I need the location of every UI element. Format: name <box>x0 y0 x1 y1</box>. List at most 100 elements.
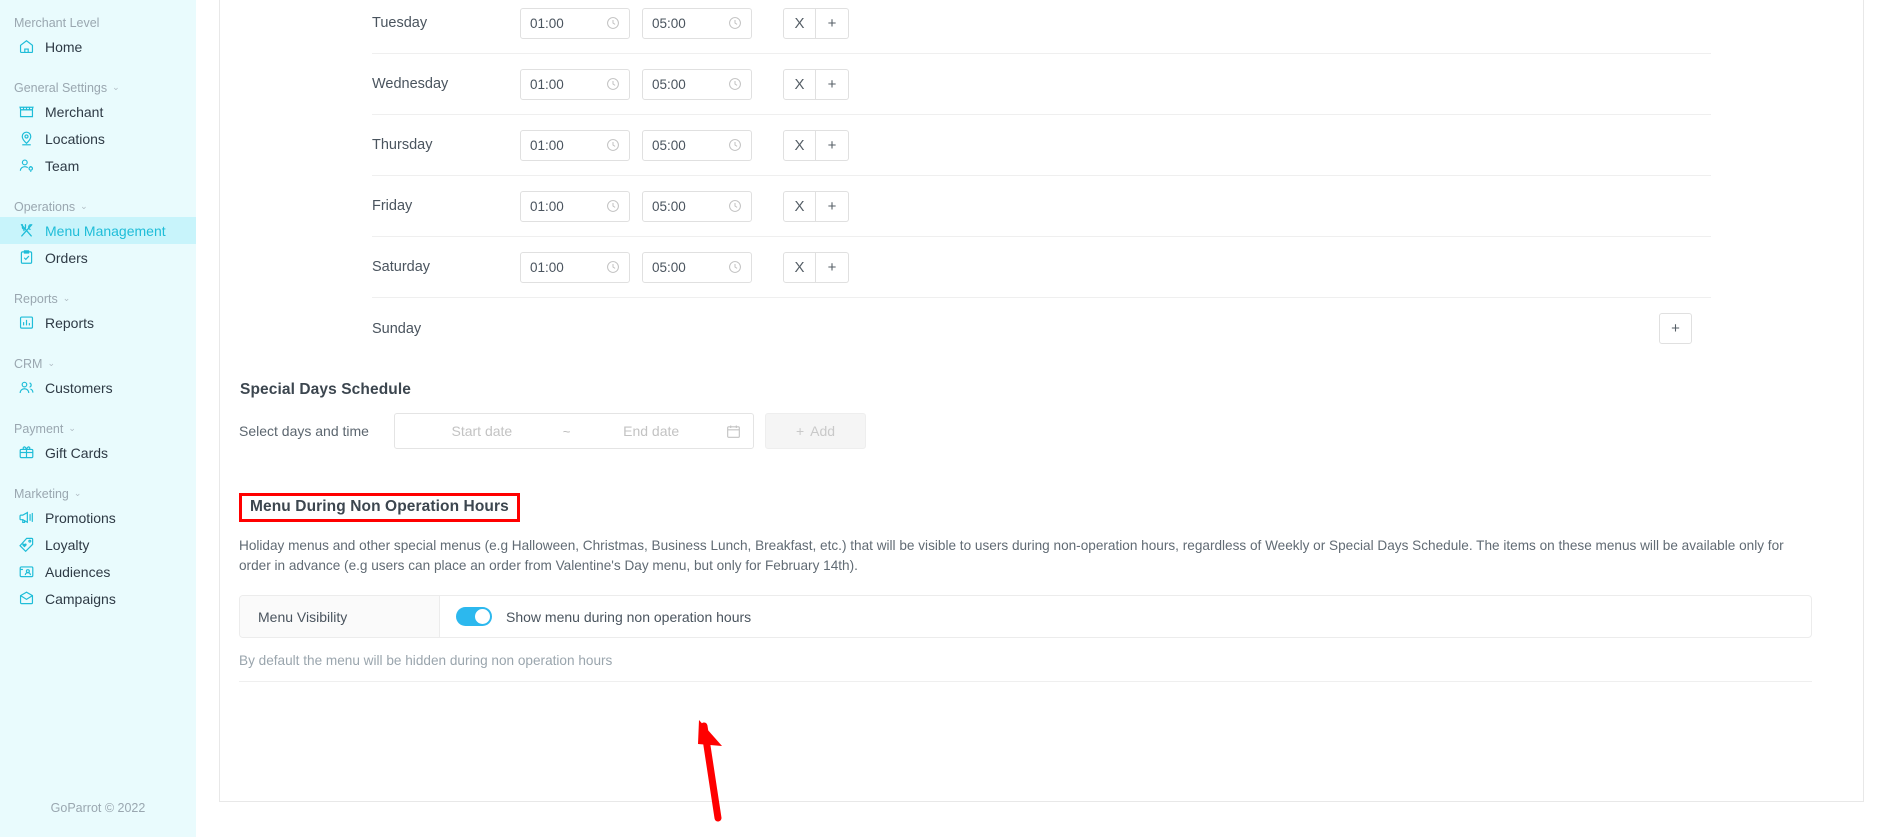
add-time-slot-button[interactable]: + <box>816 190 849 222</box>
schedule-row: Friday 01:00 05:00 X + <box>372 175 1711 236</box>
start-date-input[interactable]: Start date <box>407 423 557 439</box>
remove-time-slot-button[interactable]: X <box>783 7 816 39</box>
row-actions: X + <box>783 7 849 39</box>
row-actions: X + <box>783 251 849 283</box>
clock-icon <box>606 138 620 152</box>
chevron-down-icon: ⌄ <box>68 422 76 433</box>
add-plus-icon: + <box>795 423 805 439</box>
menu-visibility-control: Show menu during non operation hours <box>440 596 751 637</box>
remove-time-slot-button[interactable]: X <box>783 68 816 100</box>
bar-chart-icon <box>18 314 35 331</box>
add-time-slot-button[interactable]: + <box>1659 313 1692 344</box>
time-inputs: 01:00 05:00 <box>520 7 752 39</box>
store-icon <box>18 103 35 120</box>
card-divider <box>239 681 1812 683</box>
start-time-value: 01:00 <box>530 259 564 275</box>
start-time-input[interactable]: 01:00 <box>520 190 630 222</box>
time-inputs: 01:00 05:00 <box>520 190 752 222</box>
clipboard-check-icon <box>18 249 35 266</box>
start-time-input[interactable]: 01:00 <box>520 251 630 283</box>
special-days-row: Select days and time Start date ~ End da… <box>239 413 1845 449</box>
add-time-slot-button[interactable]: + <box>816 129 849 161</box>
sidebar-item-orders[interactable]: Orders <box>0 244 196 271</box>
remove-time-slot-button[interactable]: X <box>783 129 816 161</box>
schedule-day-label: Thursday <box>372 137 433 153</box>
start-time-input[interactable]: 01:00 <box>520 7 630 39</box>
main-content: Tuesday 01:00 05:00 X + Wednesday 01:00 05:00 X +… <box>196 0 1889 837</box>
tag-heart-icon <box>18 536 35 553</box>
sidebar-footer: GoParrot © 2022 <box>50 801 146 815</box>
schedule-day-label: Tuesday <box>372 15 428 31</box>
end-time-input[interactable]: 05:00 <box>642 251 752 283</box>
sidebar-group-label: Reports <box>14 292 58 306</box>
sidebar-item-audiences[interactable]: Audiences <box>0 558 196 585</box>
sidebar-item-customers[interactable]: Customers <box>0 374 196 401</box>
sidebar-item-loyalty[interactable]: Loyalty <box>0 531 196 558</box>
sidebar-item-label: Customers <box>45 379 113 396</box>
end-time-input[interactable]: 05:00 <box>642 7 752 39</box>
sidebar-group-operations[interactable]: Operations ⌄ <box>0 197 196 217</box>
remove-time-slot-button[interactable]: X <box>783 251 816 283</box>
remove-time-slot-button[interactable]: X <box>783 190 816 222</box>
sidebar-item-gift-cards[interactable]: Gift Cards <box>0 439 196 466</box>
sidebar-item-label: Loyalty <box>45 536 90 553</box>
sidebar-item-locations[interactable]: Locations <box>0 125 196 152</box>
start-time-input[interactable]: 01:00 <box>520 68 630 100</box>
sidebar-group-crm[interactable]: CRM ⌄ <box>0 354 196 374</box>
start-time-value: 01:00 <box>530 198 564 214</box>
sidebar-item-team[interactable]: Team <box>0 152 196 179</box>
menu-visibility-toggle[interactable] <box>456 607 492 627</box>
add-special-day-button[interactable]: + Add <box>765 413 866 449</box>
envelope-icon <box>18 590 35 607</box>
sidebar-item-campaigns[interactable]: Campaigns <box>0 585 196 612</box>
sidebar-item-reports[interactable]: Reports <box>0 309 196 336</box>
date-range-picker[interactable]: Start date ~ End date <box>394 413 754 449</box>
row-actions: X + <box>783 129 849 161</box>
clock-icon <box>606 77 620 91</box>
non-operation-title-wrap: Menu During Non Operation Hours <box>239 493 520 522</box>
schedule-row: Sunday + <box>372 297 1711 359</box>
sidebar-groups: Merchant Level Home General Settings ⌄ Merch… <box>0 13 196 630</box>
time-inputs: 01:00 05:00 <box>520 68 752 100</box>
time-inputs: 01:00 05:00 <box>520 251 752 283</box>
end-time-input[interactable]: 05:00 <box>642 129 752 161</box>
clock-icon <box>728 16 742 30</box>
clock-icon <box>728 138 742 152</box>
sidebar-item-home[interactable]: Home <box>0 33 196 60</box>
date-range-separator: ~ <box>562 423 571 439</box>
sidebar-group-reports[interactable]: Reports ⌄ <box>0 289 196 309</box>
start-time-input[interactable]: 01:00 <box>520 129 630 161</box>
clock-icon <box>728 199 742 213</box>
add-button-label: Add <box>810 423 836 439</box>
sidebar-item-label: Team <box>45 157 80 174</box>
add-time-slot-button[interactable]: + <box>816 7 849 39</box>
sidebar-item-menu-management[interactable]: Menu Management <box>0 217 196 244</box>
clock-icon <box>728 260 742 274</box>
clock-icon <box>606 199 620 213</box>
end-time-value: 05:00 <box>652 259 686 275</box>
end-time-input[interactable]: 05:00 <box>642 68 752 100</box>
sidebar-group-marketing[interactable]: Marketing ⌄ <box>0 484 196 504</box>
row-actions: X + <box>783 190 849 222</box>
add-time-slot-button[interactable]: + <box>816 68 849 100</box>
toggle-knob <box>475 609 490 625</box>
sidebar-item-merchant[interactable]: Merchant <box>0 98 196 125</box>
schedule-row: Thursday 01:00 05:00 X + <box>372 114 1711 175</box>
team-icon <box>18 157 35 174</box>
sidebar-group-general-settings[interactable]: General Settings ⌄ <box>0 78 196 98</box>
clock-icon <box>606 260 620 274</box>
sidebar-item-promotions[interactable]: Promotions <box>0 504 196 531</box>
time-inputs: 01:00 05:00 <box>520 129 752 161</box>
clock-icon <box>606 16 620 30</box>
chevron-down-icon: ⌄ <box>47 357 56 368</box>
add-time-slot-button[interactable]: + <box>816 251 849 283</box>
start-time-value: 01:00 <box>530 76 564 92</box>
end-time-input[interactable]: 05:00 <box>642 190 752 222</box>
end-date-input[interactable]: End date <box>576 423 726 439</box>
sidebar-group-label: General Settings <box>14 81 108 95</box>
sidebar-group-payment[interactable]: Payment ⌄ <box>0 419 196 439</box>
